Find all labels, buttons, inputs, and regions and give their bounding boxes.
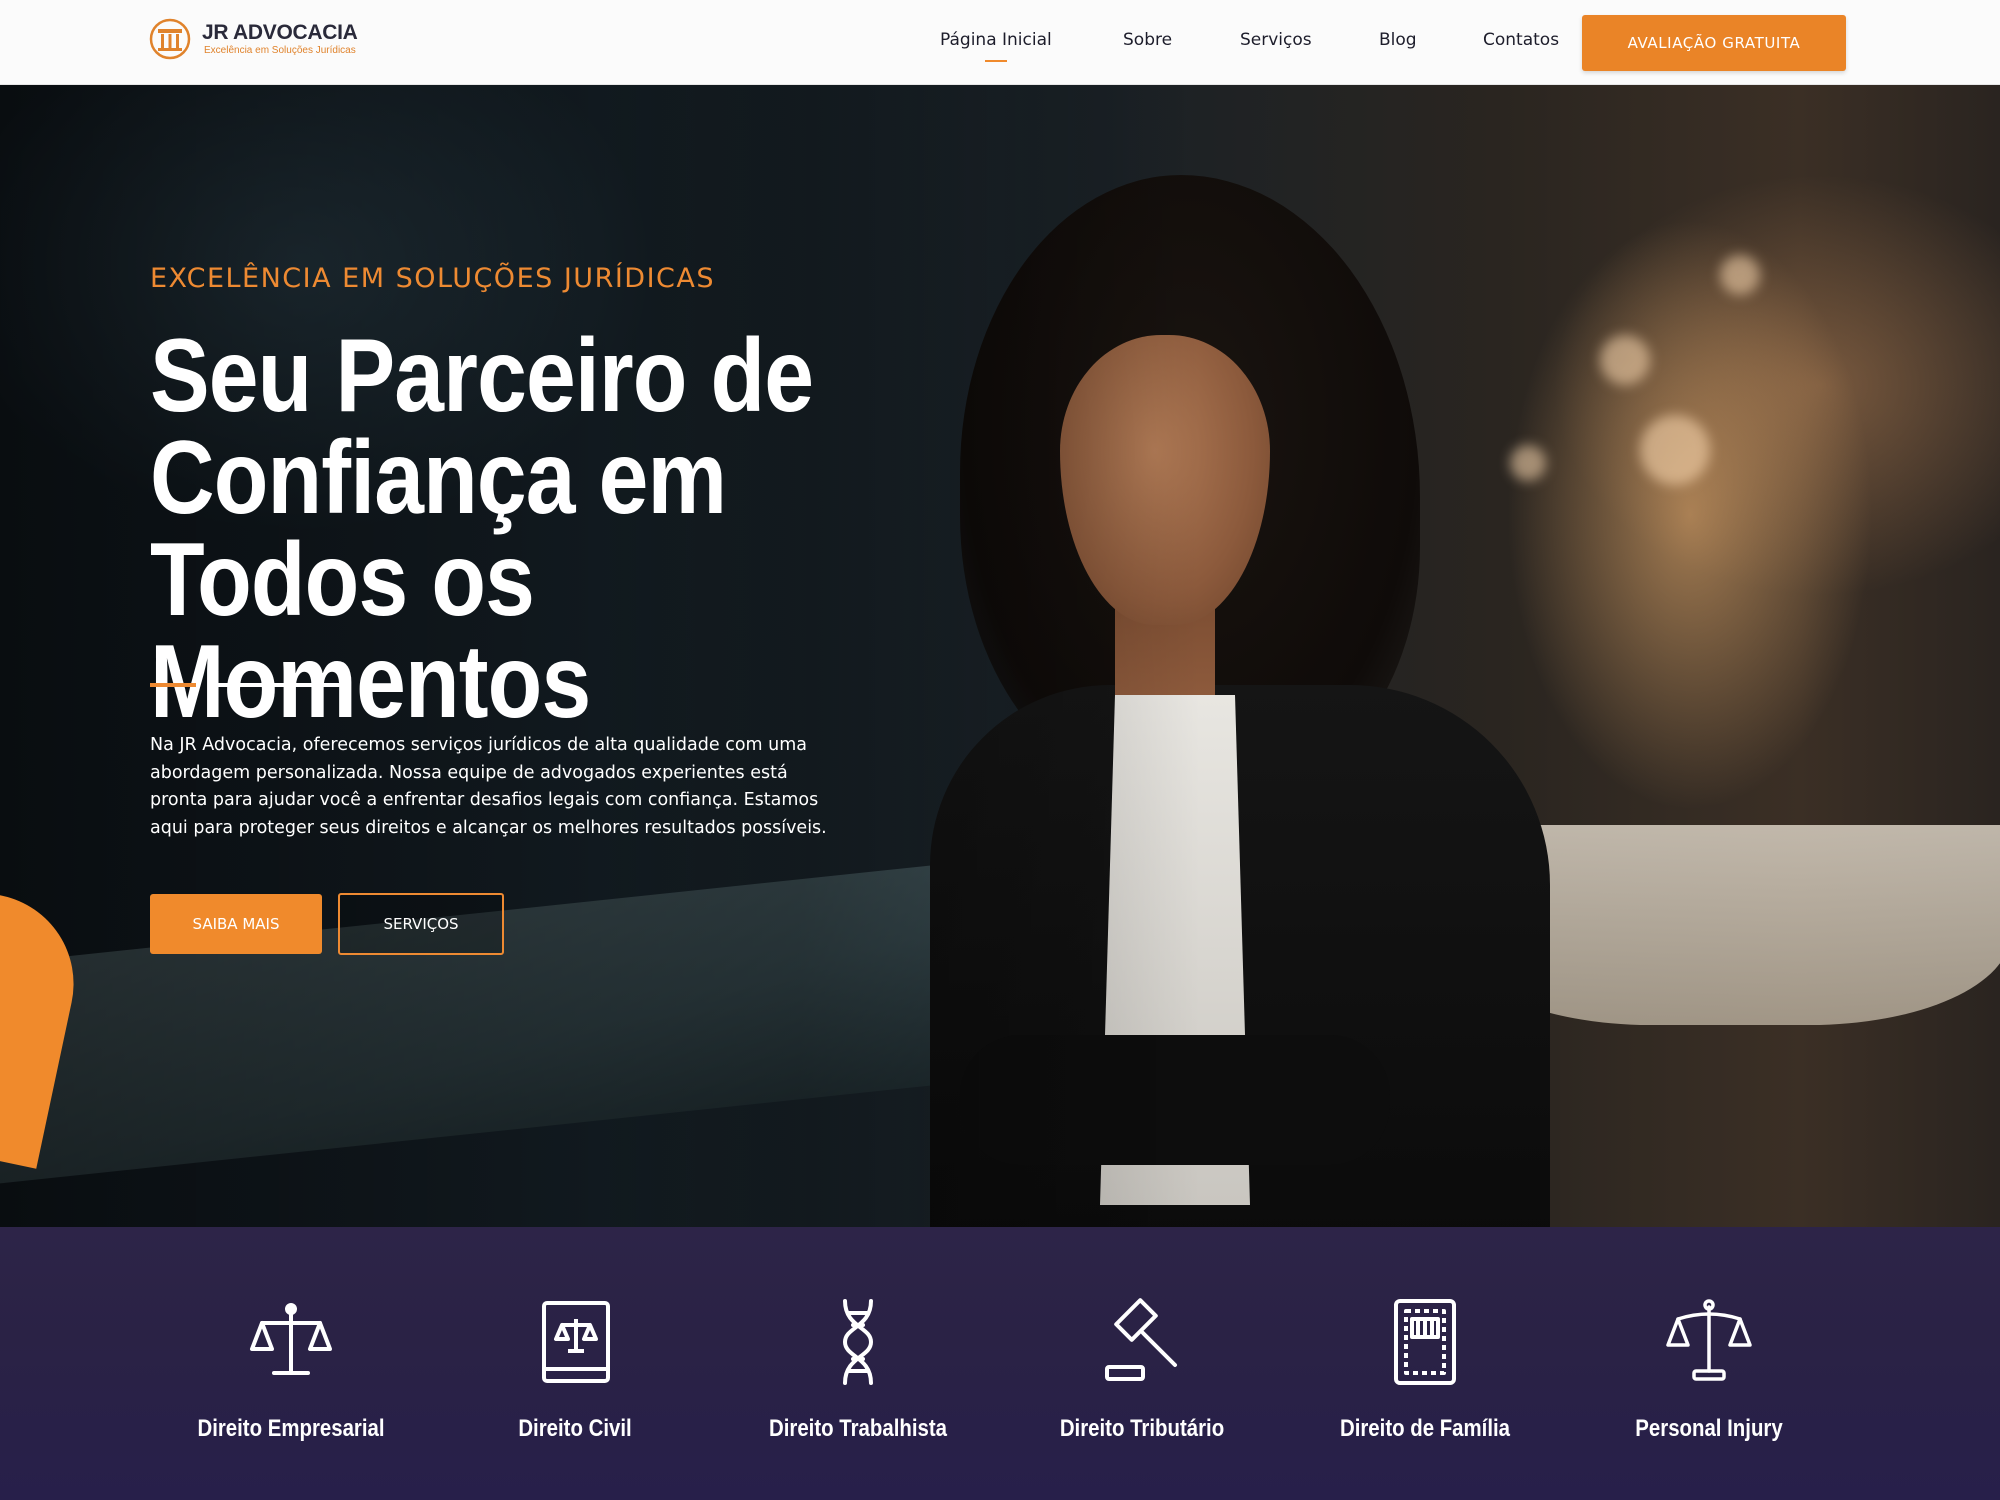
- service-item-civil-law[interactable]: Direito Civil: [434, 1227, 716, 1500]
- hero-divider-accent: [150, 683, 196, 687]
- hero-headline: Seu Parceiro de Confiança em Todos os Mo…: [150, 318, 814, 740]
- service-label: Direito Trabalhista: [769, 1415, 947, 1442]
- service-item-personal-injury[interactable]: Personal Injury: [1568, 1227, 1850, 1500]
- service-item-tax-law[interactable]: Direito Tributário: [1001, 1227, 1283, 1500]
- service-label: Direito Empresarial: [197, 1415, 385, 1442]
- nav-home[interactable]: Página Inicial: [940, 30, 1052, 50]
- services-button[interactable]: SERVIÇOS: [338, 893, 504, 955]
- service-label: Personal Injury: [1635, 1415, 1783, 1442]
- free-evaluation-button[interactable]: AVALIAÇÃO GRATUITA: [1582, 15, 1846, 71]
- balance-icon: [1666, 1299, 1752, 1381]
- hero-divider-line: [213, 683, 343, 687]
- law-book-icon: [542, 1301, 610, 1383]
- site-header: JR ADVOCACIA Excelência em Soluções Jurí…: [0, 0, 2000, 85]
- service-label: Direito de Família: [1339, 1415, 1511, 1442]
- nav-blog[interactable]: Blog: [1379, 30, 1417, 50]
- service-item-labor-law[interactable]: Direito Trabalhista: [717, 1227, 999, 1500]
- hero-description: Na JR Advocacia, oferecemos serviços jur…: [150, 735, 827, 838]
- dna-icon: [842, 1299, 874, 1385]
- nav-services[interactable]: Serviços: [1240, 30, 1312, 50]
- nav-about[interactable]: Sobre: [1123, 30, 1172, 50]
- service-label: Direito Tributário: [1059, 1415, 1225, 1442]
- scales-icon: [250, 1303, 332, 1375]
- learn-more-button[interactable]: SAIBA MAIS: [150, 894, 322, 954]
- service-item-family-law[interactable]: Direito de Família: [1284, 1227, 1566, 1500]
- service-label: Direito Civil: [518, 1415, 632, 1442]
- service-item-business-law[interactable]: Direito Empresarial: [150, 1227, 432, 1500]
- nav-contact[interactable]: Contatos: [1483, 30, 1559, 50]
- services-bar: Direito Empresarial Direito Civil Direit…: [0, 1227, 2000, 1500]
- document-icon: [1394, 1299, 1456, 1385]
- hero-section: EXCELÊNCIA EM SOLUÇÕES JURÍDICAS Seu Par…: [0, 85, 2000, 1227]
- hero-kicker: EXCELÊNCIA EM SOLUÇÕES JURÍDICAS: [150, 263, 716, 294]
- gavel-icon: [1105, 1298, 1177, 1381]
